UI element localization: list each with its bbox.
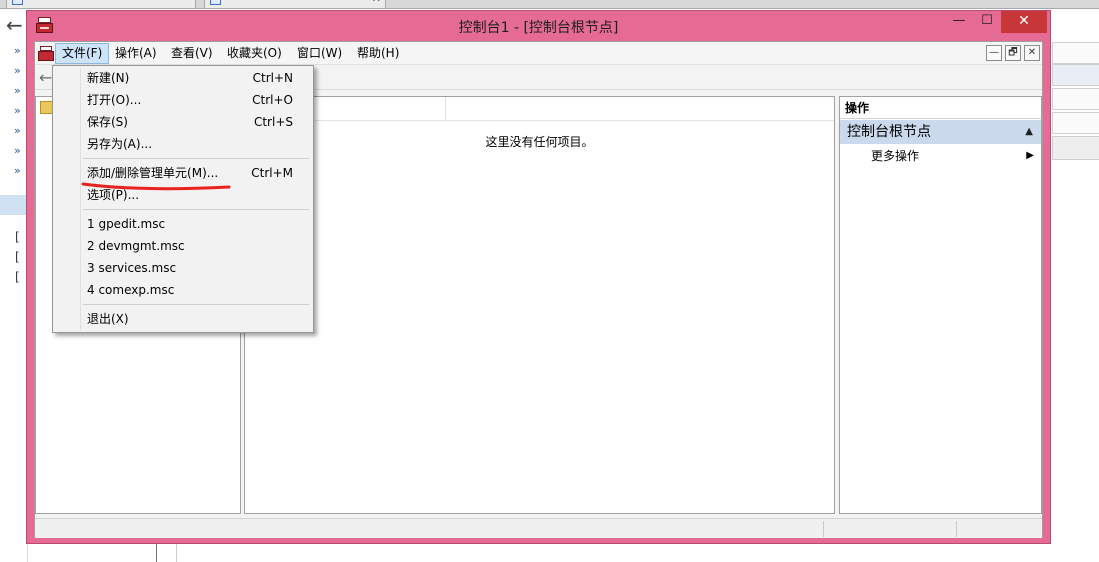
background-left-panel: » » » » » » » [ [ [ <box>0 40 28 562</box>
background-divider <box>176 544 177 562</box>
results-pane[interactable]: 这里没有任何项目。 <box>244 96 835 514</box>
more-actions-label: 更多操作 <box>871 149 920 163</box>
window-title: 控制台1 - [控制台根节点] <box>458 20 619 36</box>
menu-file[interactable]: 文件(F) <box>55 43 110 64</box>
minimize-button[interactable]: — <box>945 11 973 33</box>
chevron-right-icon[interactable]: » <box>14 64 21 77</box>
menu-item-recent-services[interactable]: 3 services.msc <box>53 257 313 279</box>
menu-help[interactable]: 帮助(H) <box>351 43 405 64</box>
title-bar[interactable]: 控制台1 - [控制台根节点] — ☐ ✕ <box>27 11 1050 41</box>
mdi-close-button[interactable]: ✕ <box>1024 45 1040 61</box>
page-icon <box>12 0 23 5</box>
background-field <box>1052 42 1099 64</box>
mdi-restore-button[interactable]: 🗗 <box>1005 45 1021 61</box>
menu-item-label: 退出(X) <box>87 312 129 326</box>
menu-item-recent-devmgmt[interactable]: 2 devmgmt.msc <box>53 235 313 257</box>
menu-item-new[interactable]: 新建(N) Ctrl+N <box>53 67 313 89</box>
menu-separator <box>83 209 309 210</box>
status-bar <box>35 518 1042 538</box>
menu-item-exit[interactable]: 退出(X) <box>53 308 313 330</box>
console-menu-icon[interactable] <box>38 46 54 61</box>
background-text: [ <box>15 250 20 264</box>
menu-item-recent-comexp[interactable]: 4 comexp.msc <box>53 279 313 301</box>
menu-item-label: 3 services.msc <box>87 261 177 275</box>
background-field <box>1052 88 1099 110</box>
actions-node-root[interactable]: 控制台根节点 ▲ <box>840 120 1041 144</box>
chevron-right-icon[interactable]: » <box>14 124 21 137</box>
menu-item-open[interactable]: 打开(O)... Ctrl+O <box>53 89 313 111</box>
actions-node-label: 控制台根节点 <box>847 124 931 140</box>
mdi-minimize-button[interactable]: — <box>986 45 1002 61</box>
menu-item-shortcut: Ctrl+S <box>253 115 293 129</box>
menu-view[interactable]: 查看(V) <box>165 43 219 64</box>
back-arrow-icon[interactable]: ← <box>39 68 52 87</box>
collapse-icon[interactable]: ▲ <box>1025 120 1033 144</box>
menu-bar: 文件(F) 操作(A) 查看(V) 收藏夹(O) 窗口(W) 帮助(H) — 🗗… <box>35 42 1042 65</box>
menu-item-label: 4 comexp.msc <box>87 283 175 297</box>
background-text: [ <box>15 230 20 244</box>
tab-close-icon[interactable]: ✕ <box>372 0 381 5</box>
menu-favorites[interactable]: 收藏夹(O) <box>221 43 288 64</box>
chevron-right-icon[interactable]: » <box>14 104 21 117</box>
maximize-button[interactable]: ☐ <box>973 11 1001 33</box>
browser-back-icon[interactable]: ← <box>6 15 23 35</box>
background-field <box>1052 64 1099 86</box>
background-text: [ <box>15 270 20 284</box>
results-column-header[interactable] <box>245 97 834 121</box>
background-field <box>1052 136 1099 160</box>
red-underline-annotation <box>81 182 231 191</box>
menu-item-shortcut: Ctrl+N <box>252 71 293 85</box>
background-field <box>1052 112 1099 134</box>
actions-header: 操作 <box>840 97 1041 119</box>
background-tab-strip: ✕ <box>0 0 1099 9</box>
file-menu-dropdown: 新建(N) Ctrl+N 打开(O)... Ctrl+O 保存(S) Ctrl+… <box>52 65 314 333</box>
menu-item-label: 打开(O)... <box>87 93 142 107</box>
menu-item-label: 1 gpedit.msc <box>87 217 166 231</box>
menu-item-save[interactable]: 保存(S) Ctrl+S <box>53 111 313 133</box>
menu-separator <box>83 304 309 305</box>
background-tab-2[interactable]: ✕ <box>204 0 386 9</box>
menu-item-shortcut: Ctrl+O <box>252 93 293 107</box>
background-right-strip <box>1052 40 1099 520</box>
chevron-right-icon[interactable]: » <box>14 84 21 97</box>
background-tab-1[interactable] <box>6 0 196 9</box>
menu-item-label: 另存为(A)... <box>87 137 153 151</box>
menu-item-save-as[interactable]: 另存为(A)... <box>53 133 313 155</box>
menu-action[interactable]: 操作(A) <box>109 43 163 64</box>
background-selected-row <box>0 195 28 215</box>
menu-item-label: 保存(S) <box>87 115 128 129</box>
menu-window[interactable]: 窗口(W) <box>291 43 348 64</box>
status-separator <box>823 521 824 537</box>
menu-item-label: 2 devmgmt.msc <box>87 239 185 253</box>
menu-item-label: 新建(N) <box>87 71 130 85</box>
column-separator[interactable] <box>445 97 446 121</box>
chevron-right-icon[interactable]: » <box>14 44 21 57</box>
menu-item-shortcut: Ctrl+M <box>251 166 293 180</box>
status-separator <box>956 521 957 537</box>
chevron-right-icon[interactable]: » <box>14 164 21 177</box>
more-actions-item[interactable]: 更多操作 ▶ <box>840 146 1041 166</box>
submenu-arrow-icon: ▶ <box>1026 150 1034 161</box>
background-divider <box>156 544 157 562</box>
page-icon <box>210 0 221 5</box>
menu-item-label: 添加/删除管理单元(M)... <box>87 166 219 180</box>
menu-item-recent-gpedit[interactable]: 1 gpedit.msc <box>53 213 313 235</box>
chevron-right-icon[interactable]: » <box>14 144 21 157</box>
menu-separator <box>83 158 309 159</box>
empty-results-message: 这里没有任何项目。 <box>485 135 594 149</box>
actions-pane: 操作 控制台根节点 ▲ 更多操作 ▶ <box>839 96 1042 514</box>
close-button[interactable]: ✕ <box>1001 11 1047 33</box>
